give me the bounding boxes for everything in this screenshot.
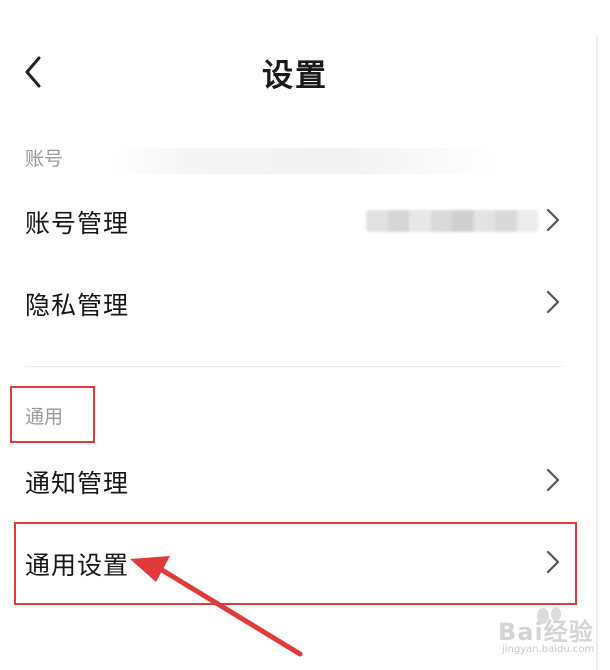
chevron-right-icon <box>546 290 560 314</box>
watermark-url: jingyan.baidu.com <box>502 644 595 655</box>
row-notification-management[interactable]: 通知管理 <box>0 450 590 510</box>
paw-logo-icon <box>537 607 561 624</box>
watermark: Bai经验 jingyan.baidu.com <box>488 598 606 664</box>
chevron-right-icon <box>546 468 560 492</box>
blurred-region <box>110 148 500 174</box>
row-account-management[interactable]: 账号管理 <box>0 190 590 250</box>
row-label: 通知管理 <box>25 469 130 498</box>
row-label: 隐私管理 <box>25 291 130 320</box>
highlight-box-general-settings <box>14 522 577 605</box>
row-privacy-management[interactable]: 隐私管理 <box>0 272 590 332</box>
chevron-right-icon <box>546 208 560 232</box>
section-label-account: 账号 <box>25 148 64 170</box>
highlight-box-general-label <box>10 386 95 443</box>
row-label: 账号管理 <box>25 209 130 238</box>
settings-screen: 设置 账号 账号管理 隐私管理 通用 通知管理 通用设置 Bai经验 jingy… <box>0 0 610 670</box>
watermark-brand: Bai经验 <box>498 618 594 646</box>
section-divider <box>25 366 563 367</box>
row-value-blurred <box>366 210 538 232</box>
page-title: 设置 <box>262 58 328 94</box>
scroll-edge <box>596 36 598 670</box>
